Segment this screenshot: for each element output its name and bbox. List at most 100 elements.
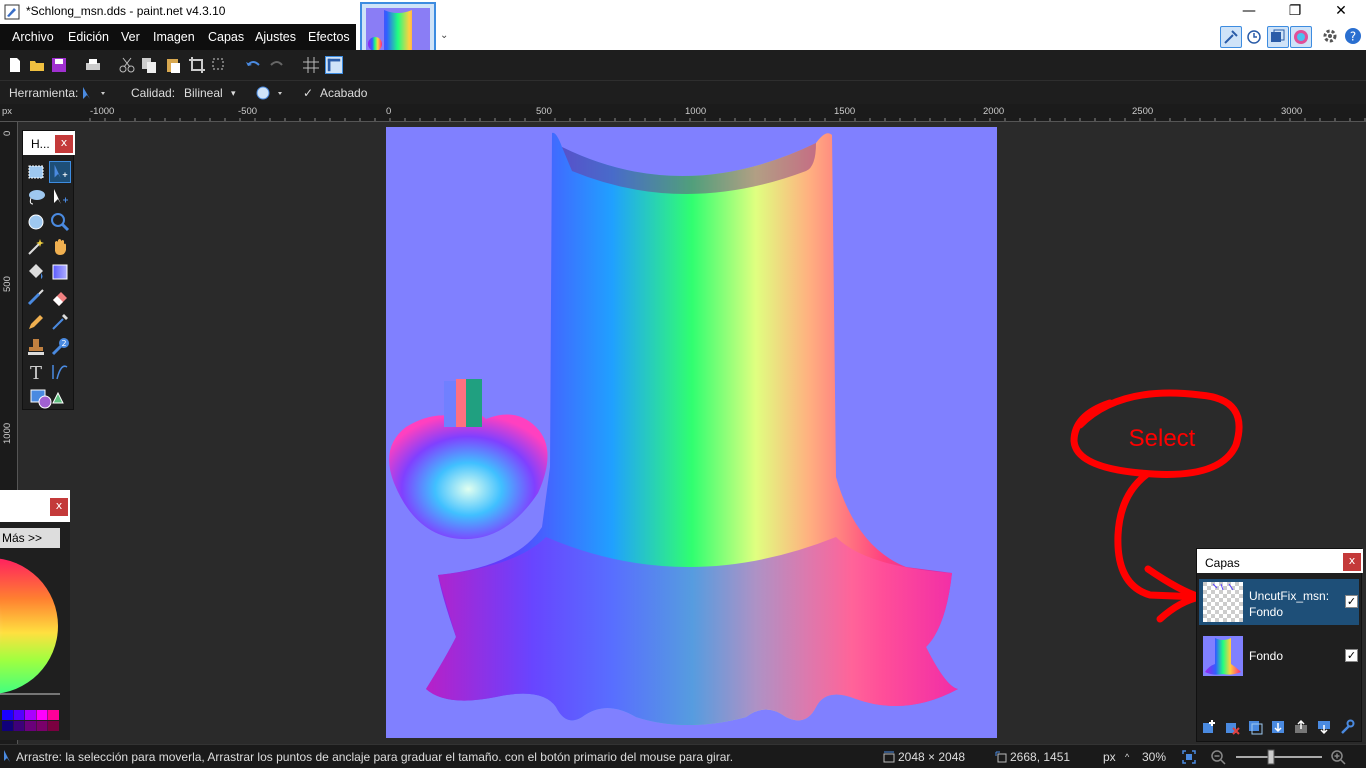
colors-toggle-icon[interactable] — [1290, 26, 1312, 48]
quality-dropdown[interactable]: Bilineal — [184, 86, 223, 100]
palette-swatch[interactable] — [36, 710, 48, 720]
new-file-icon[interactable] — [6, 56, 24, 74]
layer-row-uncutfix[interactable]: UncutFix_msn: Fondo ✓ — [1199, 579, 1359, 625]
units-selector[interactable]: px — [1103, 750, 1116, 764]
maximize-button[interactable]: ❐ — [1272, 0, 1318, 24]
ruler-tick: 1000 — [2, 422, 13, 444]
undo-icon[interactable] — [244, 56, 262, 74]
tab-dropdown-icon[interactable]: ⌄ — [440, 30, 448, 41]
paint-bucket-icon[interactable] — [25, 261, 47, 283]
zoom-out-icon[interactable] — [1210, 749, 1226, 765]
rectangle-select-icon[interactable] — [25, 161, 47, 183]
layers-panel-header: Capas x — [1197, 549, 1363, 573]
move-layer-down-icon[interactable] — [1316, 719, 1332, 735]
move-selection-icon[interactable] — [49, 161, 71, 183]
text-tool-icon[interactable]: T — [25, 361, 47, 383]
deselect-icon[interactable] — [210, 56, 228, 74]
pan-hand-icon[interactable] — [49, 236, 71, 258]
paintbrush-icon[interactable] — [25, 286, 47, 308]
merge-layer-down-icon[interactable] — [1270, 719, 1286, 735]
palette-swatch[interactable] — [48, 710, 59, 720]
close-button[interactable]: ✕ — [1318, 0, 1364, 24]
status-hint: Arrastre: la selección para moverla, Arr… — [16, 750, 734, 764]
menu-efectos[interactable]: Efectos — [308, 30, 350, 44]
move-tool-status-icon — [4, 750, 10, 762]
zoom-icon[interactable] — [49, 211, 71, 233]
gradient-icon[interactable] — [49, 261, 71, 283]
move-layer-up-icon[interactable] — [1293, 719, 1309, 735]
paste-icon[interactable] — [164, 56, 182, 74]
tool-label: Herramienta: — [9, 86, 79, 100]
eraser-icon[interactable] — [49, 286, 71, 308]
color-palette[interactable] — [0, 708, 70, 736]
print-icon[interactable] — [84, 56, 102, 74]
delete-layer-icon[interactable] — [1224, 719, 1240, 735]
colors-panel-close-button[interactable]: x — [50, 498, 68, 516]
palette-swatch[interactable] — [13, 710, 25, 720]
rulers-icon[interactable] — [325, 56, 343, 74]
layers-toggle-icon[interactable] — [1267, 26, 1289, 48]
tools-panel-close-button[interactable]: x — [55, 135, 73, 153]
crop-icon[interactable] — [188, 56, 206, 74]
color-picker-icon[interactable] — [49, 311, 71, 333]
help-icon[interactable]: ? — [1343, 26, 1365, 48]
settings-gear-icon[interactable] — [1320, 26, 1342, 48]
more-colors-button[interactable]: Más >> — [0, 528, 60, 548]
finish-button[interactable]: Acabado — [320, 86, 367, 100]
palette-swatch[interactable] — [25, 721, 36, 731]
zoom-level[interactable]: 30% — [1142, 750, 1166, 764]
palette-swatch[interactable] — [48, 721, 59, 731]
quality-label: Calidad: — [131, 86, 176, 100]
minimize-button[interactable]: — — [1226, 0, 1272, 24]
menu-imagen[interactable]: Imagen — [153, 30, 195, 44]
lasso-select-icon[interactable] — [25, 186, 47, 208]
zoom-in-icon[interactable] — [1330, 749, 1346, 765]
menu-edicion[interactable]: Edición — [68, 30, 109, 44]
line-curve-icon[interactable] — [49, 361, 71, 383]
color-wheel[interactable] — [0, 554, 70, 704]
antialias-icon[interactable] — [255, 85, 287, 101]
tools-toggle-icon[interactable] — [1220, 26, 1242, 48]
magic-wand-icon[interactable] — [25, 236, 47, 258]
palette-swatch[interactable] — [2, 721, 13, 731]
redo-icon[interactable] — [268, 56, 286, 74]
palette-swatch[interactable] — [2, 710, 13, 720]
horizontal-ruler: px -1000 -500 0 500 1000 1500 2000 2500 … — [0, 104, 1366, 122]
zoom-to-window-icon[interactable] — [1182, 750, 1196, 764]
layer-name: UncutFix_msn: — [1249, 589, 1329, 603]
palette-swatch[interactable] — [13, 721, 25, 731]
menu-capas[interactable]: Capas — [208, 30, 244, 44]
layer-row-fondo[interactable]: Fondo ✓ — [1199, 633, 1359, 679]
menu-ver[interactable]: Ver — [121, 30, 140, 44]
layer-visibility-checkbox[interactable]: ✓ — [1345, 649, 1358, 662]
layer-visibility-checkbox[interactable]: ✓ — [1345, 595, 1358, 608]
zoom-slider[interactable] — [1234, 748, 1324, 766]
duplicate-layer-icon[interactable] — [1247, 719, 1263, 735]
image-canvas[interactable] — [386, 127, 997, 738]
menu-archivo[interactable]: Archivo — [12, 30, 54, 44]
grid-icon[interactable] — [302, 56, 320, 74]
layers-panel-close-button[interactable]: x — [1343, 553, 1361, 571]
clone-stamp-icon[interactable] — [25, 336, 47, 358]
units-dropdown-icon[interactable]: ^ — [1125, 752, 1129, 762]
menu-ajustes[interactable]: Ajustes — [255, 30, 296, 44]
layer-properties-icon[interactable] — [1339, 719, 1355, 735]
shapes-icon[interactable] — [29, 387, 65, 409]
quality-dropdown-arrow-icon[interactable]: ▾ — [231, 88, 236, 99]
copy-icon[interactable] — [140, 56, 158, 74]
move-selected-icon[interactable] — [49, 186, 71, 208]
layer-name: Fondo — [1249, 649, 1284, 663]
pencil-icon[interactable] — [25, 311, 47, 333]
palette-swatch[interactable] — [36, 721, 48, 731]
history-toggle-icon[interactable] — [1244, 26, 1266, 48]
cut-icon[interactable] — [118, 56, 136, 74]
open-folder-icon[interactable] — [28, 56, 46, 74]
layer-thumbnail-fondo — [1203, 636, 1243, 676]
finish-check-icon[interactable]: ✓ — [303, 86, 313, 100]
save-icon[interactable] — [50, 56, 68, 74]
ellipse-select-icon[interactable] — [25, 211, 47, 233]
tool-selector-move-icon[interactable] — [80, 85, 110, 101]
add-layer-icon[interactable] — [1201, 719, 1217, 735]
palette-swatch[interactable] — [25, 710, 36, 720]
recolor-icon[interactable]: 2 — [49, 336, 71, 358]
